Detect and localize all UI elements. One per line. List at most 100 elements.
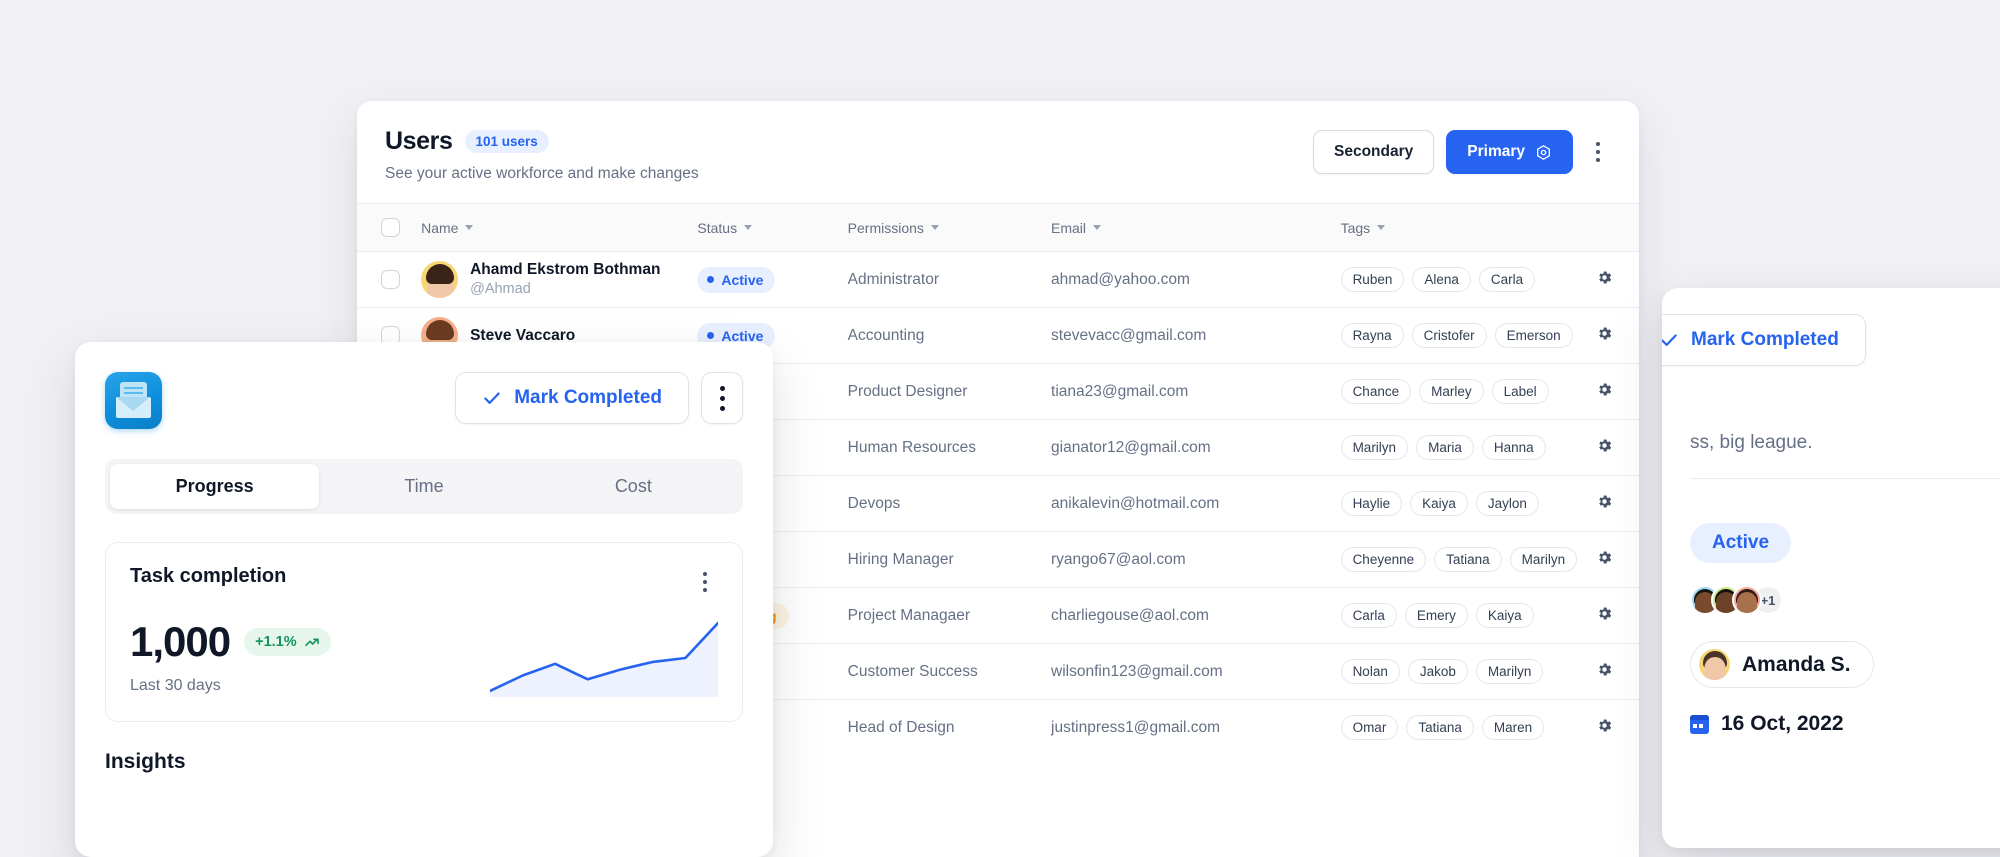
tag-chip[interactable]: Chance bbox=[1340, 379, 1412, 404]
column-header-permissions-label: Permissions bbox=[847, 219, 924, 236]
tag-chip[interactable]: Tatiana bbox=[1434, 547, 1502, 572]
column-header-email[interactable]: Email bbox=[1051, 203, 1341, 252]
avatar-stack[interactable]: +1 bbox=[1690, 585, 2000, 615]
gear-icon[interactable] bbox=[1596, 605, 1613, 627]
check-icon bbox=[484, 392, 500, 404]
tag-chip[interactable]: Haylie bbox=[1340, 491, 1403, 516]
tag-chip[interactable]: Carla bbox=[1340, 603, 1397, 628]
gear-icon[interactable] bbox=[1596, 661, 1613, 683]
kebab-menu-icon bbox=[1596, 142, 1600, 146]
tag-chip[interactable]: Maren bbox=[1481, 715, 1545, 741]
gear-icon[interactable] bbox=[1596, 381, 1613, 403]
users-panel-more-button[interactable] bbox=[1585, 135, 1611, 169]
tag-chip[interactable]: Marilyn bbox=[1509, 547, 1578, 572]
gear-icon[interactable] bbox=[1596, 437, 1613, 459]
calendar-icon bbox=[1690, 714, 1709, 734]
gear-icon[interactable] bbox=[1596, 493, 1613, 515]
gear-icon[interactable] bbox=[1596, 717, 1613, 739]
tag-chip[interactable]: Rayna bbox=[1340, 323, 1404, 348]
mark-completed-button[interactable]: Mark Completed bbox=[455, 372, 689, 424]
tag-chip[interactable]: Carla bbox=[1478, 267, 1536, 292]
cell-status: Active bbox=[697, 251, 848, 308]
column-header-tags[interactable]: Tags bbox=[1340, 203, 1639, 252]
cell-email: ryango67@aol.com bbox=[1051, 531, 1341, 588]
user-handle: @Ahmad bbox=[470, 281, 531, 298]
column-header-name[interactable]: Name bbox=[421, 203, 698, 252]
tag-chip[interactable]: Kaiya bbox=[1410, 491, 1468, 516]
primary-button[interactable]: Primary bbox=[1446, 130, 1573, 174]
chevron-down-icon bbox=[465, 225, 474, 230]
tag-chip[interactable]: Jakob bbox=[1407, 659, 1468, 684]
tab-time[interactable]: Time bbox=[319, 464, 528, 509]
column-header-permissions[interactable]: Permissions bbox=[847, 203, 1052, 252]
cell-permissions: Hiring Manager bbox=[847, 531, 1052, 588]
secondary-button[interactable]: Secondary bbox=[1313, 130, 1435, 174]
cell-email: gianator12@gmail.com bbox=[1051, 419, 1341, 476]
assignee-name: Amanda S. bbox=[1742, 652, 1851, 676]
assignee-chip[interactable]: Amanda S. bbox=[1690, 641, 1874, 688]
tag-chip[interactable]: Label bbox=[1491, 379, 1549, 404]
chevron-down-icon bbox=[930, 225, 939, 230]
tag-chip[interactable]: Nolan bbox=[1340, 659, 1400, 684]
table-row[interactable]: Ahamd Ekstrom Bothman @Ahmad Active Adminis… bbox=[357, 251, 1639, 308]
cell-tags: Marilyn Maria Hanna bbox=[1340, 419, 1639, 476]
cell-permissions: Product Designer bbox=[847, 363, 1052, 420]
chevron-down-icon bbox=[744, 225, 753, 230]
summary-mark-completed-button[interactable]: Mark Completed bbox=[1662, 314, 1866, 366]
cell-permissions: Accounting bbox=[847, 307, 1052, 364]
chevron-down-icon bbox=[1093, 225, 1102, 230]
cell-permissions: Devops bbox=[847, 475, 1052, 532]
chevron-down-icon bbox=[1377, 225, 1386, 230]
tag-chip[interactable]: Kaiya bbox=[1475, 603, 1534, 628]
tag-chip[interactable]: Maria bbox=[1416, 435, 1474, 460]
cell-tags: Cheyenne Tatiana Marilyn bbox=[1340, 531, 1639, 588]
tag-chip[interactable]: Cheyenne bbox=[1340, 547, 1427, 572]
task-card-tabs: Progress Time Cost bbox=[105, 459, 743, 514]
tag-chip[interactable]: Cristofer bbox=[1411, 323, 1487, 348]
cell-email: ahmad@yahoo.com bbox=[1051, 251, 1341, 308]
tag-chip[interactable]: Hanna bbox=[1481, 435, 1546, 460]
tag-chip[interactable]: Marilyn bbox=[1340, 435, 1409, 460]
tag-chip[interactable]: Marley bbox=[1419, 379, 1484, 404]
app-background: Users 101 users See your active workforc… bbox=[0, 0, 2000, 857]
gear-icon[interactable] bbox=[1596, 325, 1613, 347]
kebab-menu-icon bbox=[719, 385, 725, 391]
gear-icon[interactable] bbox=[1596, 269, 1613, 291]
task-completion-value: 1,000 bbox=[130, 618, 231, 665]
users-panel-header: Users 101 users See your active workforc… bbox=[357, 101, 1639, 203]
tag-chip[interactable]: Jaylon bbox=[1475, 491, 1539, 516]
select-all-checkbox[interactable] bbox=[381, 218, 400, 237]
tab-cost[interactable]: Cost bbox=[529, 464, 738, 509]
tag-chip[interactable]: Emery bbox=[1404, 603, 1468, 628]
cell-permissions: Human Resources bbox=[847, 419, 1052, 476]
column-header-status-label: Status bbox=[697, 219, 738, 236]
task-completion-title: Task completion bbox=[130, 565, 287, 587]
task-completion-header: Task completion bbox=[130, 565, 718, 599]
task-card-more-button[interactable] bbox=[701, 372, 743, 424]
gear-icon[interactable] bbox=[1596, 549, 1613, 571]
avatar bbox=[1732, 585, 1762, 615]
tab-progress[interactable]: Progress bbox=[110, 464, 320, 509]
cell-tags: Chance Marley Label bbox=[1340, 363, 1639, 420]
task-summary-description: ss, big league. bbox=[1690, 432, 1813, 453]
column-header-status[interactable]: Status bbox=[697, 203, 848, 252]
tag-chip[interactable]: Omar bbox=[1340, 715, 1399, 741]
task-completion-more-button[interactable] bbox=[692, 565, 718, 599]
status-dot-icon bbox=[707, 332, 715, 339]
task-completion-delta-label: +1.1% bbox=[255, 634, 297, 650]
status-dot-icon bbox=[707, 276, 715, 283]
tag-chip[interactable]: Marilyn bbox=[1475, 659, 1544, 684]
tag-chip[interactable]: Alena bbox=[1412, 267, 1471, 292]
divider bbox=[1690, 478, 2000, 479]
tag-chip[interactable]: Tatiana bbox=[1406, 715, 1474, 741]
task-completion-delta: +1.1% bbox=[244, 628, 331, 656]
users-table-header-row: Name Status Permissions Email Tags bbox=[357, 203, 1639, 252]
cell-permissions: Administrator bbox=[847, 251, 1052, 308]
column-header-name-label: Name bbox=[421, 219, 459, 236]
cell-tags: Carla Emery Kaiya bbox=[1340, 587, 1639, 644]
tag-chip[interactable]: Emerson bbox=[1494, 323, 1573, 348]
row-checkbox[interactable] bbox=[381, 270, 400, 289]
task-completion-sparkline bbox=[490, 621, 718, 697]
tag-chip[interactable]: Ruben bbox=[1340, 267, 1405, 292]
cell-tags: Haylie Kaiya Jaylon bbox=[1340, 475, 1639, 532]
